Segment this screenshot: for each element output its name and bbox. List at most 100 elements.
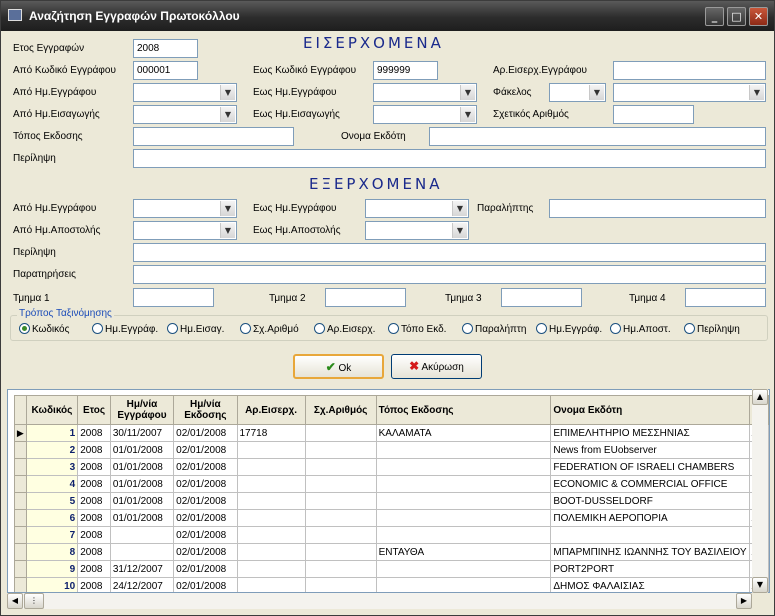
table-row[interactable]: 7 2008 02/01/2008 [14, 526, 769, 544]
chevron-down-icon[interactable]: ▼ [220, 223, 235, 238]
header-year[interactable]: Ετος [77, 395, 111, 425]
cell-issuer[interactable]: News from EUobserver [550, 441, 750, 459]
cell-related-number[interactable] [304, 424, 377, 442]
out-summary-field[interactable] [133, 243, 766, 262]
cell-year[interactable]: 2008 [77, 424, 111, 442]
cell-incoming-number[interactable] [236, 509, 306, 527]
dept2-field[interactable] [325, 288, 406, 307]
cell-code[interactable]: 3 [25, 458, 79, 476]
table-row[interactable]: 5 2008 01/01/2008 02/01/2008 BOOT-DUSSELDORF… [14, 492, 769, 510]
cell-issue-date[interactable]: 02/01/2008 [173, 441, 238, 459]
cell-place[interactable]: ΚΑΛΑΜΑΤΑ [375, 424, 552, 442]
place-field[interactable] [133, 127, 294, 146]
cell-doc-date[interactable]: 30/11/2007 [109, 424, 175, 442]
row-indicator[interactable] [14, 543, 27, 561]
horizontal-scrollbar[interactable]: ◀ ⋮ ▶ [7, 593, 752, 609]
cell-issue-date[interactable]: 02/01/2008 [173, 526, 238, 544]
header-issuer[interactable]: Ονομα Εκδότη [550, 395, 750, 425]
cell-place[interactable] [375, 526, 552, 544]
cell-issuer[interactable]: PORT2PORT [550, 560, 750, 578]
cell-issue-date[interactable]: 02/01/2008 [173, 475, 238, 493]
out-to-doc-date-combo[interactable]: ▼ [365, 199, 469, 218]
cell-code[interactable]: 8 [25, 543, 79, 561]
cell-year[interactable]: 2008 [77, 458, 111, 476]
cell-doc-date[interactable]: 01/01/2008 [109, 475, 175, 493]
out-from-doc-date-combo[interactable]: ▼ [133, 199, 237, 218]
chevron-down-icon[interactable]: ▼ [460, 107, 475, 122]
cell-related-number[interactable] [304, 475, 377, 493]
cell-year[interactable]: 2008 [77, 577, 111, 592]
cell-code[interactable]: 2 [25, 441, 79, 459]
table-row[interactable]: 3 2008 01/01/2008 02/01/2008 FEDERATION OF I… [14, 458, 769, 476]
cell-doc-date[interactable] [109, 543, 175, 561]
cell-year[interactable]: 2008 [77, 492, 111, 510]
cell-issue-date[interactable]: 02/01/2008 [173, 492, 238, 510]
cell-doc-date[interactable] [109, 526, 175, 544]
row-indicator[interactable] [14, 526, 27, 544]
cell-year[interactable]: 2008 [77, 441, 111, 459]
row-indicator[interactable] [14, 492, 27, 510]
cell-incoming-number[interactable] [236, 475, 306, 493]
chevron-down-icon[interactable]: ▼ [220, 201, 235, 216]
cell-place[interactable] [375, 458, 552, 476]
chevron-down-icon[interactable]: ▼ [452, 201, 467, 216]
chevron-down-icon[interactable]: ▼ [749, 85, 764, 100]
cell-code[interactable]: 7 [25, 526, 79, 544]
sort-radio-entry-date[interactable]: Ημ.Εισαγ. [167, 323, 224, 335]
cell-code[interactable]: 1 [25, 424, 79, 442]
chevron-down-icon[interactable]: ▼ [460, 85, 475, 100]
header-issue-date[interactable]: Ημ/νία Εκδοσης [173, 395, 238, 425]
row-indicator[interactable] [14, 441, 27, 459]
cell-doc-date[interactable]: 01/01/2008 [109, 492, 175, 510]
from-entry-date-combo[interactable]: ▼ [133, 105, 237, 124]
to-entry-date-combo[interactable]: ▼ [373, 105, 477, 124]
cell-issuer[interactable] [550, 526, 750, 544]
from-code-field[interactable]: 000001 [133, 61, 198, 80]
cell-code[interactable]: 4 [25, 475, 79, 493]
results-grid[interactable]: Κωδικός Ετος Ημ/νία Εγγράφου Ημ/νία Εκδο… [7, 389, 770, 593]
cell-doc-date[interactable]: 01/01/2008 [109, 458, 175, 476]
header-place[interactable]: Τόπος Εκδοσης [375, 395, 552, 425]
cell-incoming-number[interactable] [236, 577, 306, 592]
cell-incoming-number[interactable] [236, 441, 306, 459]
out-to-send-date-combo[interactable]: ▼ [365, 221, 469, 240]
table-row[interactable]: ▶ 1 2008 30/11/2007 02/01/2008 17718 ΚΑΛΑΜΑΤΑ Ε… [14, 424, 769, 442]
cell-related-number[interactable] [304, 526, 377, 544]
header-doc-date[interactable]: Ημ/νία Εγγράφου [109, 395, 175, 425]
cell-related-number[interactable] [304, 560, 377, 578]
issuer-field[interactable] [429, 127, 766, 146]
cancel-button[interactable]: ✖ Ακύρωση [391, 354, 482, 379]
vertical-scrollbar[interactable]: ▲ ▼ [752, 389, 768, 593]
sort-radio-doc-date[interactable]: Ημ.Εγγράφ. [92, 323, 158, 335]
row-indicator[interactable] [14, 577, 27, 592]
cell-related-number[interactable] [304, 441, 377, 459]
close-button[interactable]: ✕ [749, 7, 768, 26]
cell-year[interactable]: 2008 [77, 560, 111, 578]
summary-field[interactable] [133, 149, 766, 168]
sort-radio-code[interactable]: Κωδικός [19, 323, 69, 335]
cell-issue-date[interactable]: 02/01/2008 [173, 424, 238, 442]
cell-issue-date[interactable]: 02/01/2008 [173, 560, 238, 578]
cell-code[interactable]: 6 [25, 509, 79, 527]
sort-radio-out-doc-date[interactable]: Ημ.Εγγράφ. [536, 323, 602, 335]
cell-code[interactable]: 5 [25, 492, 79, 510]
cell-code[interactable]: 10 [25, 577, 79, 592]
dept1-field[interactable] [133, 288, 214, 307]
scroll-left-icon[interactable]: ◀ [7, 593, 23, 609]
cell-issue-date[interactable]: 02/01/2008 [173, 543, 238, 561]
folder-combo[interactable]: ▼ [613, 83, 766, 102]
cell-incoming-number[interactable] [236, 492, 306, 510]
cell-place[interactable] [375, 441, 552, 459]
year-field[interactable]: 2008 [133, 39, 198, 58]
cell-doc-date[interactable]: 01/01/2008 [109, 509, 175, 527]
to-doc-date-combo[interactable]: ▼ [373, 83, 477, 102]
cell-doc-date[interactable]: 31/12/2007 [109, 560, 175, 578]
cell-issue-date[interactable]: 02/01/2008 [173, 458, 238, 476]
cell-place[interactable] [375, 492, 552, 510]
cell-year[interactable]: 2008 [77, 526, 111, 544]
cell-related-number[interactable] [304, 458, 377, 476]
row-indicator[interactable] [14, 560, 27, 578]
cell-year[interactable]: 2008 [77, 475, 111, 493]
scroll-down-icon[interactable]: ▼ [752, 577, 768, 593]
ok-button[interactable]: ✔ Ok [293, 354, 384, 379]
